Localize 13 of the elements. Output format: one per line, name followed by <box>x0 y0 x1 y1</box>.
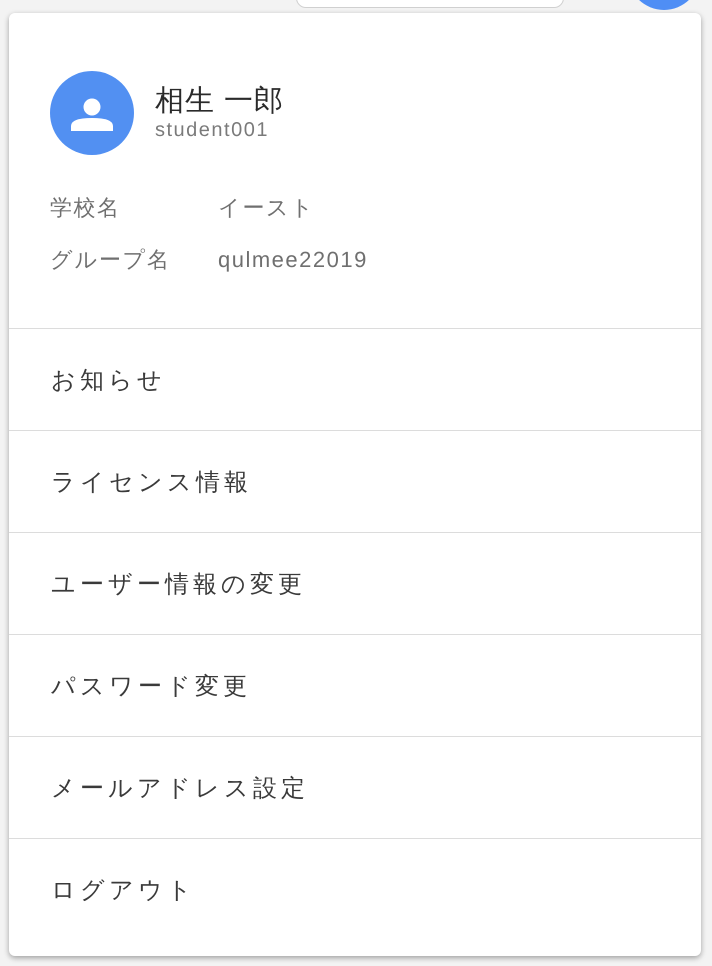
menu-item[interactable]: ログアウト <box>9 839 701 940</box>
menu-item[interactable]: メールアドレス設定 <box>9 737 701 838</box>
menu-item[interactable]: ライセンス情報 <box>9 431 701 532</box>
info-value: qulmee22019 <box>218 246 368 274</box>
user-id: student001 <box>155 118 270 142</box>
menu-item[interactable]: パスワード変更 <box>9 635 701 736</box>
info-label: 学校名 <box>50 194 120 222</box>
info-label: グループ名 <box>50 246 170 274</box>
user-name: 相生 一郎 <box>155 84 284 118</box>
menu-item[interactable]: ユーザー情報の変更 <box>9 533 701 634</box>
menu-item[interactable]: お知らせ <box>9 329 701 430</box>
avatar-icon <box>50 71 134 155</box>
info-value: イースト <box>218 194 315 222</box>
